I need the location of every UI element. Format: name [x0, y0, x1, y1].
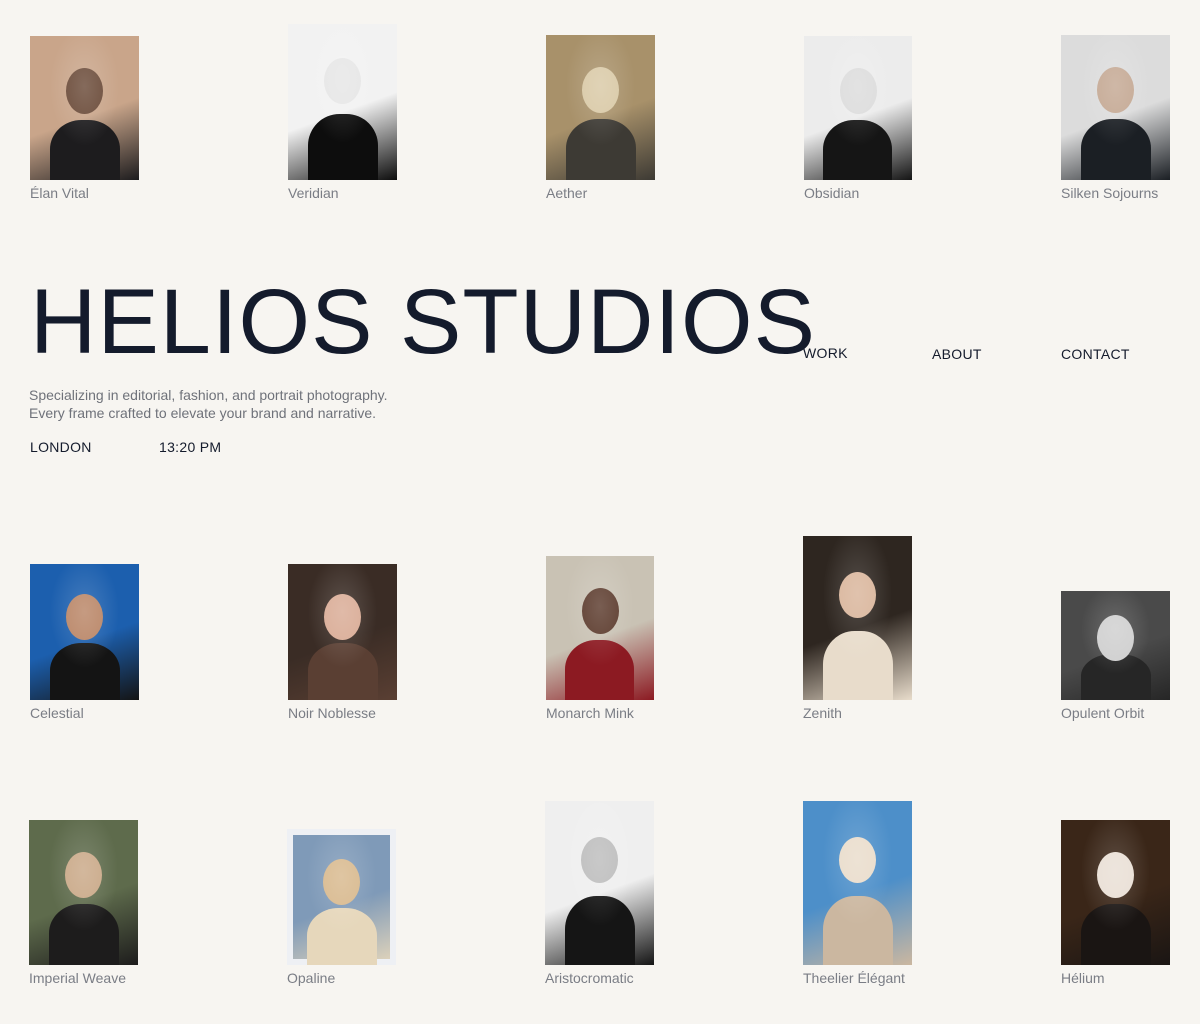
gallery-photo[interactable]: [288, 24, 397, 180]
portrait-head: [839, 572, 876, 618]
gallery-item[interactable]: Theelier Élégant: [803, 801, 912, 986]
gallery-item[interactable]: Noir Noblesse: [288, 564, 397, 721]
gallery-item[interactable]: Opaline: [287, 829, 396, 986]
portrait-head: [1097, 67, 1134, 113]
gallery-caption: Élan Vital: [30, 185, 89, 201]
portrait-head: [324, 58, 361, 104]
gallery-item[interactable]: Opulent Orbit: [1061, 591, 1170, 721]
gallery-caption: Aether: [546, 185, 588, 201]
portrait-head: [324, 594, 361, 640]
gallery-item[interactable]: Imperial Weave: [29, 820, 138, 986]
gallery-photo[interactable]: [803, 801, 912, 965]
gallery-photo[interactable]: [1061, 591, 1170, 700]
portrait-figure: [566, 119, 636, 180]
gallery-caption: Silken Sojourns: [1061, 185, 1159, 201]
portrait-head: [1097, 852, 1134, 898]
gallery-item[interactable]: Zenith: [803, 536, 912, 721]
portrait-figure: [49, 904, 119, 965]
gallery-item[interactable]: Aristocromatic: [545, 801, 654, 986]
gallery-item[interactable]: Veridian: [288, 24, 397, 201]
portrait-figure: [823, 896, 893, 965]
portrait-figure: [1081, 119, 1151, 180]
gallery-item[interactable]: Monarch Mink: [546, 556, 654, 721]
gallery-photo[interactable]: [1061, 820, 1170, 965]
portrait-figure: [307, 908, 377, 965]
portrait-head: [582, 588, 619, 634]
portrait-figure: [50, 643, 120, 700]
gallery-caption: Hélium: [1061, 970, 1105, 986]
portrait-figure: [1081, 654, 1151, 700]
gallery-photo[interactable]: [29, 820, 138, 965]
portrait-figure: [823, 631, 893, 700]
gallery-item[interactable]: Élan Vital: [30, 36, 139, 201]
portrait-head: [581, 837, 618, 883]
portrait-figure: [308, 114, 378, 180]
portrait-head: [65, 852, 102, 898]
portrait-figure: [1081, 904, 1151, 965]
portrait-figure: [823, 120, 892, 180]
gallery-caption: Zenith: [803, 705, 842, 721]
portrait-figure: [308, 643, 378, 700]
portrait-figure: [565, 640, 634, 700]
gallery-caption: Aristocromatic: [545, 970, 634, 986]
gallery-item[interactable]: Hélium: [1061, 820, 1170, 986]
gallery-item[interactable]: Celestial: [30, 564, 139, 721]
gallery-caption: Veridian: [288, 185, 339, 201]
portrait-head: [582, 67, 619, 113]
portrait-head: [66, 594, 103, 640]
gallery-photo[interactable]: [287, 829, 396, 965]
gallery-photo[interactable]: [30, 36, 139, 180]
studio-name: HELIOS STUDIOS: [30, 271, 816, 373]
portrait-head: [323, 859, 360, 905]
nav-contact[interactable]: CONTACT: [1061, 346, 1130, 362]
gallery-photo[interactable]: [546, 556, 654, 700]
local-time: 13:20 PM: [159, 439, 222, 455]
gallery-caption: Imperial Weave: [29, 970, 127, 986]
portrait-head: [66, 68, 103, 114]
tagline-line-1: Specializing in editorial, fashion, and …: [29, 387, 388, 403]
gallery-photo[interactable]: [546, 35, 655, 180]
portrait-figure: [565, 896, 635, 965]
nav-about[interactable]: ABOUT: [932, 346, 982, 362]
gallery-caption: Obsidian: [804, 185, 860, 201]
gallery-item[interactable]: Aether: [546, 35, 655, 201]
gallery-caption: Monarch Mink: [546, 705, 634, 721]
portrait-head: [839, 837, 876, 883]
portrait-head: [1097, 615, 1134, 661]
gallery-caption: Theelier Élégant: [803, 970, 905, 986]
gallery-caption: Noir Noblesse: [288, 705, 376, 721]
gallery-photo[interactable]: [545, 801, 654, 965]
tagline-line-2: Every frame crafted to elevate your bran…: [29, 405, 377, 421]
gallery-photo[interactable]: [804, 36, 912, 180]
gallery-caption: Opulent Orbit: [1061, 705, 1145, 721]
gallery-photo[interactable]: [30, 564, 139, 700]
nav-work[interactable]: WORK: [803, 345, 848, 361]
gallery-photo[interactable]: [288, 564, 397, 700]
gallery-photo[interactable]: [1061, 35, 1170, 180]
gallery-photo[interactable]: [803, 536, 912, 700]
portrait-head: [840, 68, 877, 114]
location-label: LONDON: [30, 439, 92, 455]
gallery-caption: Opaline: [287, 970, 336, 986]
portrait-figure: [50, 120, 120, 180]
gallery-caption: Celestial: [30, 705, 84, 721]
gallery-item[interactable]: Silken Sojourns: [1061, 35, 1170, 201]
gallery-item[interactable]: Obsidian: [804, 36, 912, 201]
